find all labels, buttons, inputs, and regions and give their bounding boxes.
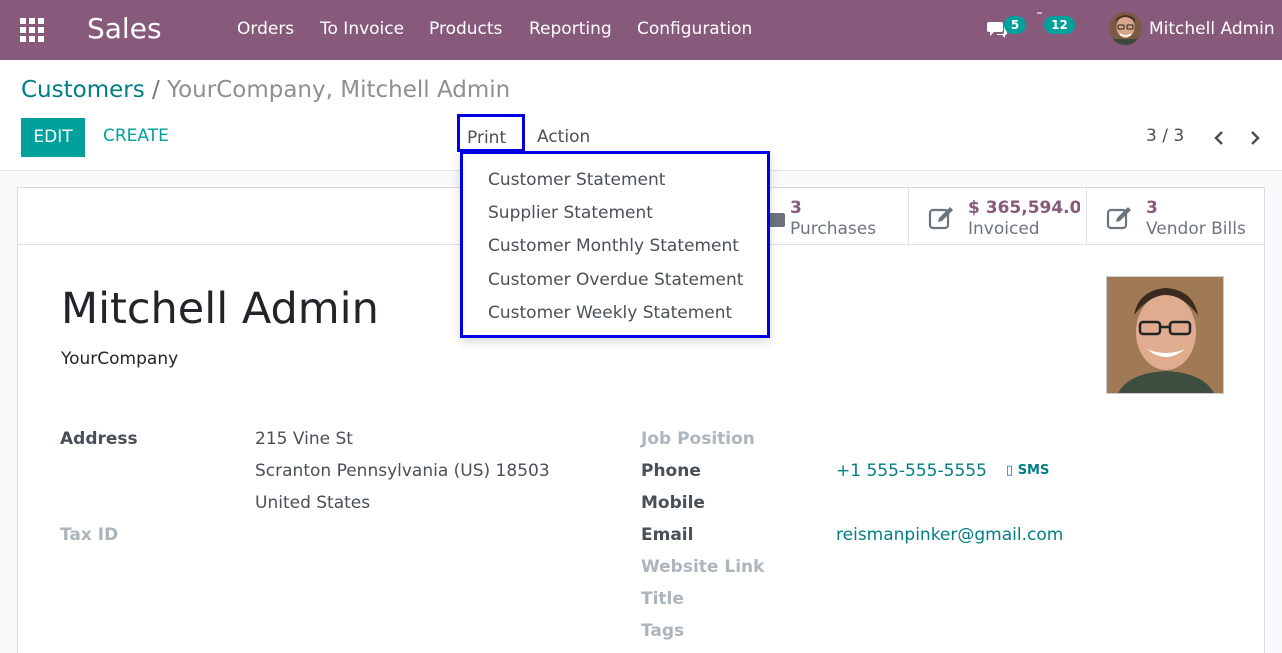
pager-next-icon[interactable]: [1248, 130, 1262, 146]
vendor-bills-stat-button[interactable]: 3 Vendor Bills: [1086, 188, 1264, 244]
address-street[interactable]: 215 Vine St: [255, 429, 353, 449]
apps-menu-icon[interactable]: [20, 18, 44, 42]
phone-link[interactable]: +1 555-555-5555: [836, 461, 987, 481]
vendor-bills-count: 3: [1146, 198, 1158, 218]
address-label: Address: [60, 429, 138, 449]
pager-previous-icon[interactable]: [1212, 130, 1226, 146]
invoiced-stat-button[interactable]: $ 365,594.0 Invoiced: [908, 188, 1086, 244]
address-city-state-zip[interactable]: Scranton Pennsylvania (US) 18503: [255, 461, 550, 481]
menu-to-invoice[interactable]: To Invoice: [320, 19, 404, 39]
job-position-label: Job Position: [641, 429, 755, 449]
sms-label: SMS: [1017, 463, 1050, 478]
app-name[interactable]: Sales: [87, 12, 162, 45]
invoice-edit-icon: [928, 207, 953, 230]
pager-value[interactable]: 3 / 3: [1146, 126, 1184, 146]
print-supplier-statement[interactable]: Supplier Statement: [488, 203, 653, 223]
tags-label: Tags: [641, 621, 685, 641]
vendor-bills-label: Vendor Bills: [1146, 219, 1246, 239]
partner-photo[interactable]: [1106, 276, 1224, 394]
breadcrumb-current: YourCompany, Mitchell Admin: [167, 77, 511, 103]
title-label: Title: [641, 589, 684, 609]
user-name[interactable]: Mitchell Admin: [1149, 19, 1275, 39]
address-country[interactable]: United States: [255, 493, 370, 513]
menu-configuration[interactable]: Configuration: [637, 19, 752, 39]
partner-name-title[interactable]: Mitchell Admin: [61, 284, 379, 334]
tax-id-label: Tax ID: [60, 525, 119, 545]
print-dropdown-button[interactable]: Print: [457, 114, 525, 152]
print-customer-overdue-statement[interactable]: Customer Overdue Statement: [488, 270, 743, 290]
menu-products[interactable]: Products: [429, 19, 502, 39]
partner-company-link[interactable]: YourCompany: [61, 349, 178, 369]
activities-count-badge: 12: [1044, 16, 1075, 34]
phone-label: Phone: [641, 461, 701, 481]
invoiced-amount: $ 365,594.0: [968, 198, 1080, 218]
edit-button[interactable]: EDIT: [21, 118, 85, 157]
messages-count-badge: 5: [1004, 16, 1026, 34]
create-button[interactable]: CREATE: [103, 126, 169, 146]
email-link[interactable]: reismanpinker@gmail.com: [836, 525, 1063, 545]
invoiced-label: Invoiced: [968, 219, 1040, 239]
website-link-label: Website Link: [641, 557, 765, 577]
print-dropdown-menu: Customer Statement Supplier Statement Cu…: [460, 151, 770, 338]
mobile-icon: ▯: [1006, 463, 1014, 478]
breadcrumb-separator: /: [152, 77, 160, 103]
print-customer-statement[interactable]: Customer Statement: [488, 170, 665, 190]
menu-reporting[interactable]: Reporting: [529, 19, 612, 39]
vendor-bills-edit-icon: [1106, 207, 1131, 230]
action-dropdown-button[interactable]: Action: [537, 127, 590, 147]
top-navbar: Sales Orders To Invoice Products Reporti…: [0, 0, 1282, 60]
purchases-label: Purchases: [790, 219, 877, 239]
mobile-label: Mobile: [641, 493, 705, 513]
breadcrumb-customers-link[interactable]: Customers: [21, 77, 145, 103]
send-sms-button[interactable]: ▯ SMS: [1006, 463, 1049, 478]
purchases-count: 3: [790, 198, 802, 218]
breadcrumb: Customers / YourCompany, Mitchell Admin: [21, 77, 510, 103]
print-customer-monthly-statement[interactable]: Customer Monthly Statement: [488, 236, 739, 256]
user-avatar[interactable]: [1109, 12, 1142, 45]
print-customer-weekly-statement[interactable]: Customer Weekly Statement: [488, 303, 732, 323]
menu-orders[interactable]: Orders: [237, 19, 294, 39]
email-label: Email: [641, 525, 694, 545]
